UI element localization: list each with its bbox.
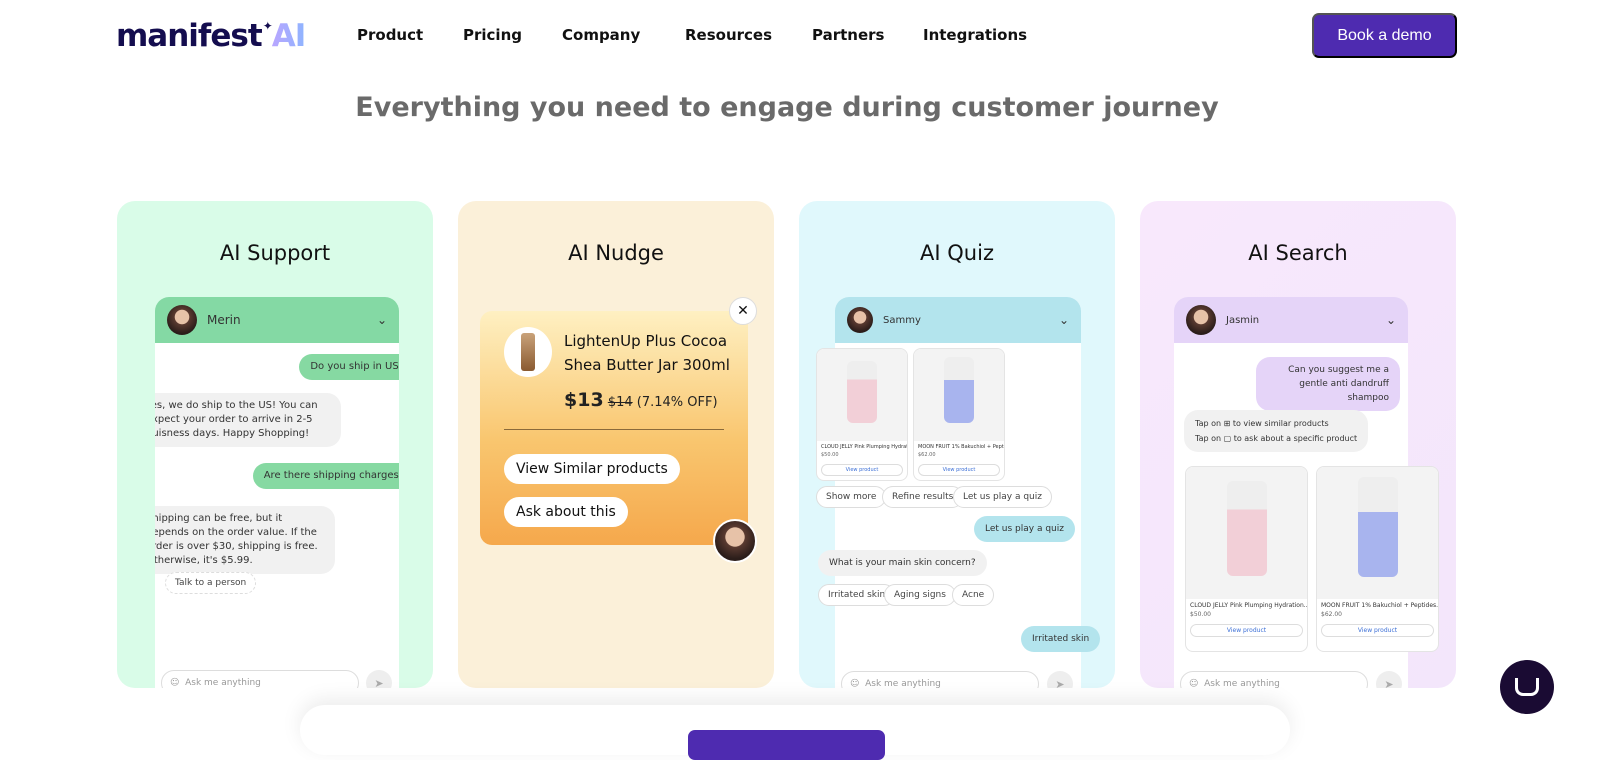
view-product-button[interactable]: View product bbox=[1190, 624, 1303, 637]
book-demo-button[interactable]: Book a demo bbox=[1312, 13, 1457, 58]
product-name: CLOUD JELLY Pink Plumping Hydration... bbox=[1190, 602, 1307, 609]
user-message: Irritated skin bbox=[1021, 626, 1101, 652]
bot-tips: Tap on ⊞ to view similar products Tap on … bbox=[1184, 410, 1369, 452]
product-image bbox=[504, 327, 552, 377]
nudge-popup: LightenUp Plus Cocoa Shea Butter Jar 300… bbox=[480, 311, 748, 545]
nav-company[interactable]: Company bbox=[562, 26, 640, 44]
product-price: $50.00 bbox=[1190, 611, 1211, 618]
product-price: $50.00 bbox=[821, 452, 839, 458]
section-heading: Everything you need to engage during cus… bbox=[355, 92, 1219, 123]
product-card[interactable]: MOON FRUIT 1% Bakuchiol + Peptides... $62… bbox=[1316, 466, 1439, 652]
avatar bbox=[713, 519, 757, 563]
divider bbox=[504, 429, 724, 430]
agent-name: Sammy bbox=[883, 314, 921, 326]
avatar bbox=[167, 305, 197, 335]
bot-message: What is your main skin concern? bbox=[818, 550, 987, 576]
chat-header: Sammy ⌄ bbox=[835, 297, 1081, 343]
card-title: AI Nudge bbox=[568, 241, 664, 265]
bot-message: Yes, we do ship to the US! You can expec… bbox=[155, 393, 341, 447]
product-card[interactable]: CLOUD JELLY Pink Plumping Hydration... $5… bbox=[816, 348, 908, 481]
card-ai-nudge: AI Nudge LightenUp Plus Cocoa Shea Butte… bbox=[458, 201, 774, 688]
view-product-button[interactable]: View product bbox=[1321, 624, 1434, 637]
chat-input[interactable]: ☺ Ask me anything bbox=[841, 671, 1039, 688]
nav-resources[interactable]: Resources bbox=[685, 26, 772, 44]
nav-pricing[interactable]: Pricing bbox=[463, 26, 522, 44]
talk-to-person-button[interactable]: Talk to a person bbox=[165, 572, 257, 594]
chat-widget: Merin ⌄ Do you ship in US? Yes, we do shi… bbox=[155, 297, 399, 688]
product-image bbox=[847, 361, 877, 423]
product-image bbox=[944, 357, 974, 423]
view-similar-button[interactable]: View Similar products bbox=[504, 454, 680, 484]
chevron-down-icon[interactable]: ⌄ bbox=[1059, 313, 1069, 327]
option-chip[interactable]: Acne bbox=[952, 584, 995, 606]
card-title: AI Quiz bbox=[920, 241, 994, 265]
refine-results-chip[interactable]: Refine results bbox=[882, 486, 964, 508]
price-row: $13 $14 (7.14% OFF) bbox=[564, 389, 718, 411]
product-image bbox=[1357, 477, 1398, 577]
chat-header: Jasmin ⌄ bbox=[1174, 297, 1408, 343]
product-name: LightenUp Plus Cocoa Shea Butter Jar 300… bbox=[564, 332, 730, 374]
bottom-cta-button[interactable] bbox=[688, 730, 885, 760]
chat-input[interactable]: ☺ Ask me anything bbox=[1180, 671, 1368, 688]
play-quiz-chip[interactable]: Let us play a quiz bbox=[953, 486, 1052, 508]
avatar bbox=[847, 307, 873, 333]
sparkle-icon: ✦ bbox=[262, 19, 273, 33]
close-icon[interactable]: ✕ bbox=[729, 297, 757, 325]
chat-input[interactable]: ☺ Ask me anything bbox=[161, 670, 359, 688]
product-name: MOON FRUIT 1% Bakuchiol + Peptides... bbox=[1321, 602, 1438, 609]
ask-about-this-button[interactable]: Ask about this bbox=[504, 497, 628, 527]
nav-partners[interactable]: Partners bbox=[812, 26, 884, 44]
chat-launcher-button[interactable] bbox=[1500, 660, 1554, 714]
card-ai-support: AI Support Merin ⌄ Do you ship in US? Yes… bbox=[117, 201, 433, 688]
product-price: $62.00 bbox=[1321, 611, 1342, 618]
product-card[interactable]: MOON FRUIT 1% Bakuchiol + Peptides... $62… bbox=[913, 348, 1005, 481]
card-ai-search: AI Search Jasmin ⌄ Can you suggest me a g… bbox=[1140, 201, 1456, 688]
product-name: MOON FRUIT 1% Bakuchiol + Peptides... bbox=[918, 444, 1004, 450]
avatar bbox=[1186, 305, 1216, 335]
chevron-down-icon[interactable]: ⌄ bbox=[377, 313, 387, 327]
show-more-chip[interactable]: Show more bbox=[816, 486, 887, 508]
chevron-down-icon[interactable]: ⌄ bbox=[1386, 313, 1396, 327]
agent-name: Merin bbox=[207, 313, 241, 327]
user-message: Can you suggest me a gentle anti dandruf… bbox=[1256, 357, 1400, 411]
user-message: Are there shipping charges? bbox=[252, 463, 399, 489]
card-ai-quiz: AI Quiz Sammy ⌄ CLOUD JELLY Pink Plumping… bbox=[799, 201, 1115, 688]
option-chip[interactable]: Aging signs bbox=[884, 584, 956, 606]
product-price: $62.00 bbox=[918, 452, 936, 458]
product-name: CLOUD JELLY Pink Plumping Hydration... bbox=[821, 444, 907, 450]
user-message: Do you ship in US? bbox=[299, 354, 399, 380]
nav-integrations[interactable]: Integrations bbox=[923, 26, 1027, 44]
product-card[interactable]: CLOUD JELLY Pink Plumping Hydration... $5… bbox=[1185, 466, 1308, 652]
user-message: Let us play a quiz bbox=[974, 516, 1075, 542]
card-title: AI Support bbox=[219, 241, 331, 265]
bot-message: Shipping can be free, but it depends on … bbox=[155, 506, 335, 574]
view-product-button[interactable]: View product bbox=[821, 464, 903, 476]
send-icon[interactable]: ➤ bbox=[366, 670, 392, 688]
chat-header: Merin ⌄ bbox=[155, 297, 399, 343]
agent-name: Jasmin bbox=[1226, 314, 1260, 326]
card-title: AI Search bbox=[1248, 241, 1348, 265]
product-image bbox=[1226, 481, 1267, 576]
nav-product[interactable]: Product bbox=[357, 26, 423, 44]
view-product-button[interactable]: View product bbox=[918, 464, 1000, 476]
logo[interactable]: manifest✦AI bbox=[116, 18, 306, 54]
chat-icon bbox=[1515, 678, 1539, 696]
